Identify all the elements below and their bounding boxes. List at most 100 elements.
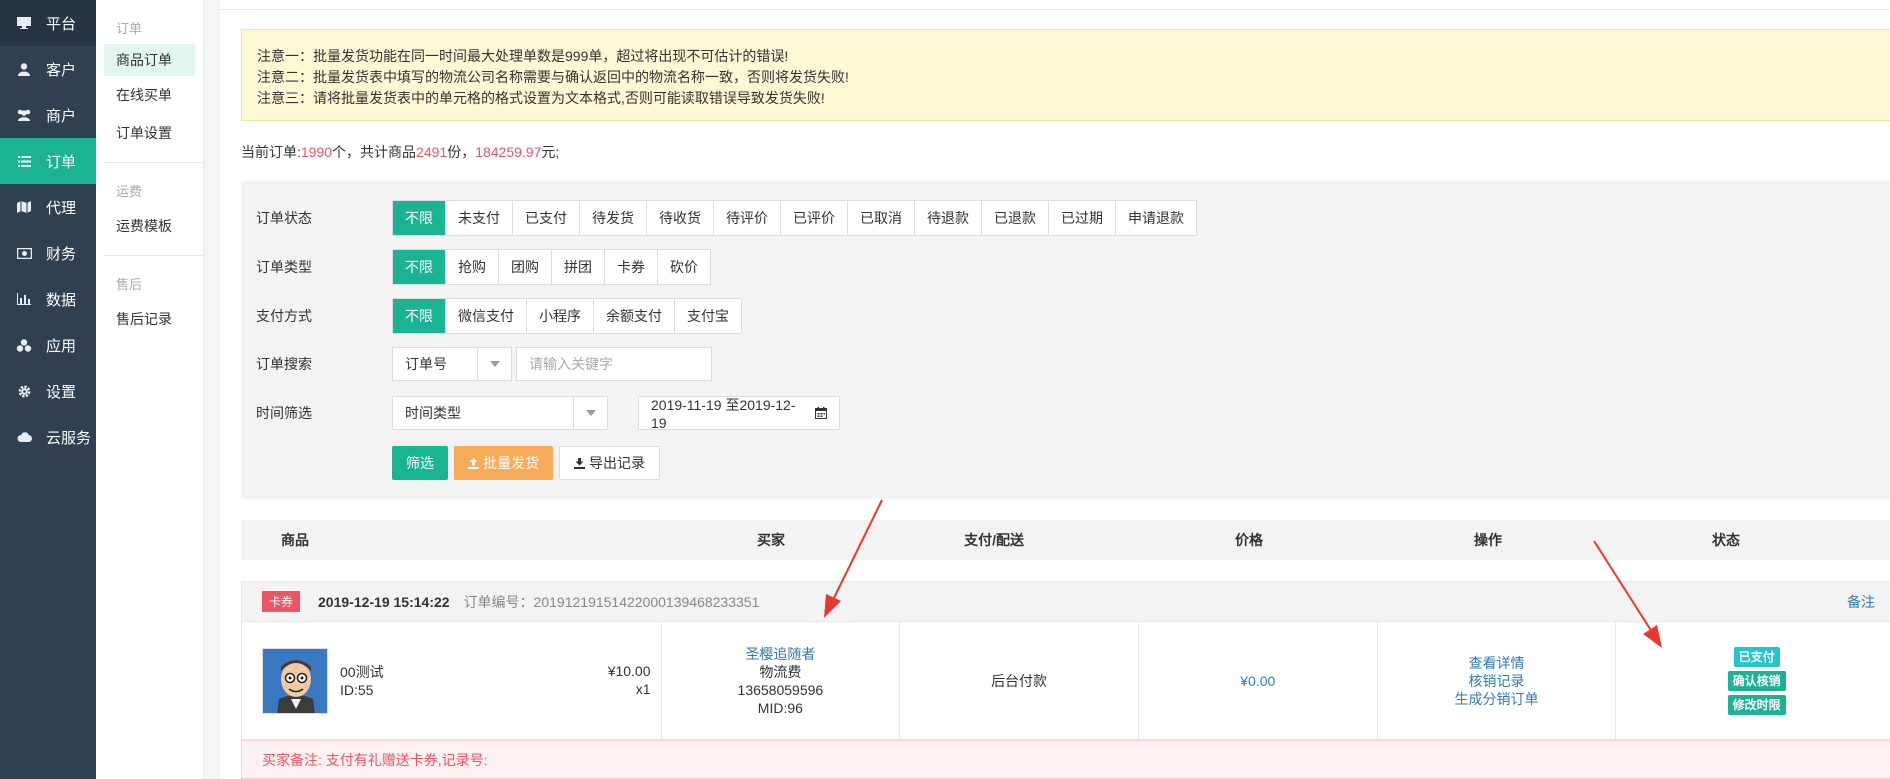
buyer-name-link[interactable]: 圣樱追随者: [745, 645, 815, 663]
sidebar-item-label: 财务: [46, 245, 77, 263]
subnav-item-goods-order[interactable]: 商品订单: [104, 44, 195, 76]
table-row: 00测试 ID:55 ¥10.00 x1 圣樱追随者 物流费 136580595…: [241, 622, 1890, 740]
status-cell: 已支付 确认核销 修改时限: [1616, 622, 1890, 739]
buyer-note: 买家备注: 支付有礼赠送卡券,记录号:: [241, 740, 1890, 779]
status-option[interactable]: 待发货: [579, 201, 646, 235]
status-option[interactable]: 未支付: [445, 201, 512, 235]
sidebar-item-agent[interactable]: 代理: [0, 184, 96, 230]
type-option[interactable]: 砍价: [657, 250, 710, 284]
sidebar-item-label: 应用: [46, 337, 77, 355]
status-option[interactable]: 已取消: [847, 201, 914, 235]
status-option[interactable]: 已过期: [1048, 201, 1115, 235]
cubes-icon: [16, 338, 32, 352]
column-header-payment: 支付/配送: [964, 532, 1024, 548]
search-input[interactable]: 请输入关键字: [516, 347, 712, 381]
status-option[interactable]: 待评价: [713, 201, 780, 235]
time-type-value: 时间类型: [405, 405, 461, 421]
sidebar-item-label: 代理: [46, 199, 77, 217]
status-option[interactable]: 待退款: [914, 201, 981, 235]
type-option[interactable]: 抢购: [445, 250, 498, 284]
export-button[interactable]: 导出记录: [559, 446, 660, 480]
search-field-select[interactable]: 订单号: [392, 347, 512, 381]
calendar-icon: [815, 407, 827, 419]
type-option[interactable]: 不限: [393, 250, 445, 284]
type-option[interactable]: 团购: [498, 250, 551, 284]
order-datetime: 2019-12-19 15:14:22: [318, 593, 450, 610]
sidebar-item-cloud[interactable]: 云服务: [0, 414, 96, 460]
price-cell: ¥0.00: [1139, 622, 1378, 739]
subnav-item-online-pay[interactable]: 在线买单: [96, 76, 203, 114]
filter-label-payment: 支付方式: [256, 308, 312, 324]
verify-log-link[interactable]: 核销记录: [1468, 672, 1524, 690]
summary-mid1: 个，共计商品: [332, 144, 417, 160]
actions-cell: 查看详情 核销记录 生成分销订单: [1378, 622, 1617, 739]
type-button-group: 不限 抢购 团购 拼团 卡券 砍价: [392, 249, 711, 285]
view-detail-link[interactable]: 查看详情: [1468, 654, 1524, 672]
filter-label-type: 订单类型: [256, 259, 312, 275]
sidebar-item-merchant[interactable]: 商户: [0, 92, 96, 138]
top-divider: [220, 0, 1890, 10]
notice-line-1: 注意一：批量发货功能在同一时间最大处理单数是999单，超过将出现不可估计的错误!: [257, 48, 789, 64]
status-option[interactable]: 待收货: [646, 201, 713, 235]
sidebar-item-order[interactable]: 订单: [0, 138, 96, 184]
modify-limit-button[interactable]: 修改时限: [1727, 694, 1786, 715]
status-badge: 已支付: [1733, 646, 1780, 667]
payment-option[interactable]: 支付宝: [674, 299, 741, 333]
date-range-value: 2019-11-19 至2019-12-19: [651, 397, 796, 431]
sidebar-item-apps[interactable]: 应用: [0, 322, 96, 368]
generate-dist-order-link[interactable]: 生成分销订单: [1454, 690, 1538, 708]
batch-ship-button[interactable]: 批量发货: [454, 446, 553, 480]
summary-goods-count: 2491: [416, 144, 448, 160]
summary-amount: 184259.97: [475, 144, 542, 160]
status-button-group: 不限 未支付 已支付 待发货 待收货 待评价 已评价 已取消 待退款 已退款 已…: [392, 200, 1197, 236]
goods-info: 00测试 ID:55: [340, 663, 384, 699]
status-option[interactable]: 已退款: [981, 201, 1048, 235]
goods-qty: x1: [635, 681, 651, 697]
filter-button[interactable]: 筛选: [392, 446, 448, 480]
date-range-input[interactable]: 2019-11-19 至2019-12-19: [638, 396, 840, 431]
sidebar-item-platform[interactable]: 平台: [0, 0, 96, 46]
sidebar-item-label: 商户: [46, 107, 77, 125]
goods-thumbnail[interactable]: [262, 647, 328, 714]
sidebar-item-data[interactable]: 数据: [0, 276, 96, 322]
sidebar-item-label: 订单: [46, 153, 77, 171]
status-option[interactable]: 不限: [393, 201, 445, 235]
monitor-icon: [16, 16, 32, 30]
notice-line-2: 注意二：批量发货表中填写的物流公司名称需要与确认返回中的物流名称一致，否则将发货…: [257, 69, 849, 85]
order-price: ¥0.00: [1240, 672, 1276, 689]
chevron-down-icon: [477, 348, 511, 380]
order-header-row: 卡券 2019-12-19 15:14:22 订单编号：201912191514…: [241, 581, 1890, 622]
summary-suffix: 元;: [541, 144, 560, 160]
subnav-item-aftersale-records[interactable]: 售后记录: [96, 300, 203, 338]
sidebar-item-customer[interactable]: 客户: [0, 46, 96, 92]
subnav-item-order-settings[interactable]: 订单设置: [96, 114, 203, 152]
sidebar-item-label: 平台: [46, 15, 77, 33]
column-header-actions: 操作: [1474, 532, 1502, 548]
column-header-buyer: 买家: [757, 532, 785, 548]
confirm-verify-button[interactable]: 确认核销: [1727, 670, 1786, 691]
payment-option[interactable]: 不限: [393, 299, 445, 333]
order-number: 订单编号：20191219151422000139468233351: [463, 593, 760, 610]
status-option[interactable]: 申请退款: [1115, 201, 1196, 235]
goods-price-qty: ¥10.00 x1: [608, 662, 651, 698]
subnav-item-freight-template[interactable]: 运费模板: [96, 207, 203, 245]
map-icon: [16, 200, 32, 214]
payment-option[interactable]: 小程序: [526, 299, 593, 333]
payment-option[interactable]: 余额支付: [593, 299, 674, 333]
batch-ship-label: 批量发货: [483, 455, 539, 471]
sidebar-item-label: 云服务: [46, 429, 92, 447]
type-option[interactable]: 卡券: [604, 250, 657, 284]
sidebar-item-finance[interactable]: 财务: [0, 230, 96, 276]
remark-link[interactable]: 备注: [1847, 592, 1875, 612]
payment-option[interactable]: 微信支付: [445, 299, 526, 333]
filter-actions: 筛选 批量发货 导出记录: [392, 446, 666, 480]
pay-method: 后台付款: [991, 672, 1048, 689]
status-option[interactable]: 已评价: [780, 201, 847, 235]
time-type-select[interactable]: 时间类型: [392, 396, 608, 430]
sidebar-item-settings[interactable]: 设置: [0, 368, 96, 414]
status-option[interactable]: 已支付: [512, 201, 579, 235]
type-option[interactable]: 拼团: [551, 250, 604, 284]
filter-row-search: 订单搜索 订单号 请输入关键字: [256, 347, 712, 381]
payment-button-group: 不限 微信支付 小程序 余额支付 支付宝: [392, 298, 742, 334]
summary-mid2: 份，: [447, 144, 476, 160]
